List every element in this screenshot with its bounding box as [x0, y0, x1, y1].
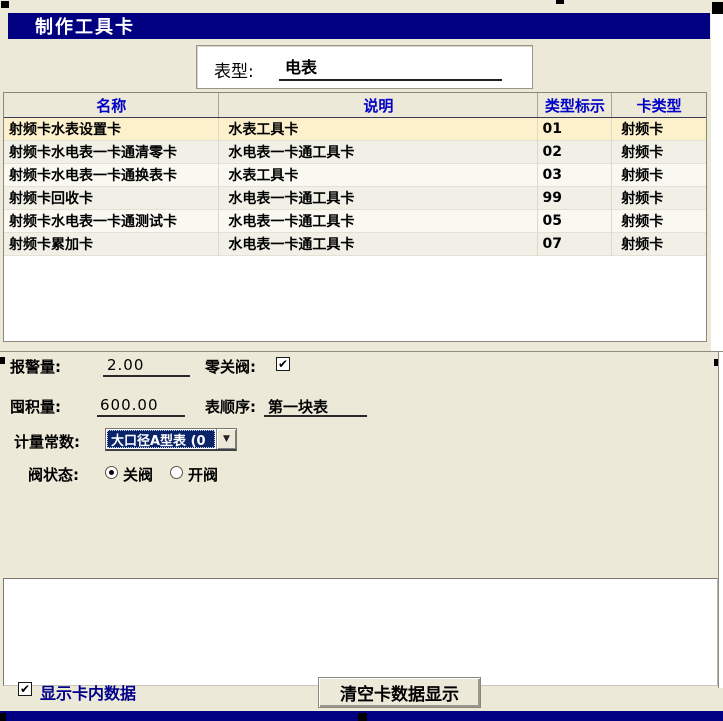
- cell-type-mark: 02: [538, 141, 612, 164]
- metering-constant-label: 计量常数:: [14, 431, 80, 452]
- meter-order-input[interactable]: 第一块表: [268, 396, 328, 417]
- cell-description: 水表工具卡: [219, 118, 538, 141]
- radio-dot: [109, 470, 114, 475]
- hoard-amount-input[interactable]: 600.00: [100, 396, 159, 414]
- cell-name: 射频卡水电表一卡通清零卡: [4, 141, 219, 164]
- open-valve-radio-label: 开阀: [188, 464, 218, 485]
- cell-description: 水电表一卡通工具卡: [219, 187, 538, 210]
- check-icon: ✔: [278, 358, 288, 370]
- table-row[interactable]: 射频卡回收卡 水电表一卡通工具卡 99 射频卡: [4, 187, 706, 210]
- show-card-data-label: 显示卡内数据: [40, 680, 136, 704]
- card-data-display-area[interactable]: [3, 578, 718, 686]
- metering-constant-selected-value: 大口径A型表 (0: [107, 430, 215, 448]
- meter-type-input[interactable]: 电表: [285, 54, 317, 78]
- section-divider: [0, 351, 723, 352]
- zero-close-valve-label: 零关阀:: [205, 356, 256, 377]
- alarm-amount-input[interactable]: 2.00: [107, 356, 144, 374]
- cell-card-type: 射频卡: [612, 118, 706, 141]
- open-valve-radio[interactable]: [170, 466, 183, 479]
- alarm-amount-label: 报警量:: [10, 356, 61, 377]
- check-icon: ✔: [20, 683, 30, 695]
- clear-card-data-button[interactable]: 清空卡数据显示: [318, 677, 481, 708]
- table-row[interactable]: 射频卡水电表一卡通换表卡 水表工具卡 03 射频卡: [4, 164, 706, 187]
- chevron-down-icon[interactable]: ▼: [216, 429, 236, 449]
- cell-card-type: 射频卡: [612, 233, 706, 256]
- cell-type-mark: 99: [538, 187, 612, 210]
- cell-description: 水电表一卡通工具卡: [219, 233, 538, 256]
- zero-close-valve-checkbox[interactable]: ✔: [276, 357, 290, 371]
- cell-description: 水电表一卡通工具卡: [219, 210, 538, 233]
- cell-card-type: 射频卡: [612, 141, 706, 164]
- cell-type-mark: 01: [538, 118, 612, 141]
- cell-name: 射频卡水电表一卡通换表卡: [4, 164, 219, 187]
- selection-handle: [0, 713, 6, 721]
- table-row[interactable]: 射频卡累加卡 水电表一卡通工具卡 07 射频卡: [4, 233, 706, 256]
- cell-type-mark: 05: [538, 210, 612, 233]
- cell-card-type: 射频卡: [612, 187, 706, 210]
- page-title: 制作工具卡: [35, 13, 135, 39]
- metering-constant-dropdown[interactable]: 大口径A型表 (0 ▼: [105, 428, 237, 451]
- column-header-card-type[interactable]: 卡类型: [612, 93, 706, 117]
- window-title-bar: 制作工具卡: [8, 13, 710, 39]
- table-row[interactable]: 射频卡水电表一卡通清零卡 水电表一卡通工具卡 02 射频卡: [4, 141, 706, 164]
- selection-handle: [1, 1, 9, 8]
- valve-state-label: 阀状态:: [28, 464, 79, 485]
- selection-handle: [0, 357, 5, 364]
- table-row[interactable]: 射频卡水表设置卡 水表工具卡 01 射频卡: [4, 118, 706, 141]
- close-valve-radio-label: 关阀: [123, 464, 153, 485]
- table-row[interactable]: 射频卡水电表一卡通测试卡 水电表一卡通工具卡 05 射频卡: [4, 210, 706, 233]
- cell-type-mark: 07: [538, 233, 612, 256]
- column-header-name[interactable]: 名称: [4, 93, 219, 117]
- panel-right-border: [718, 352, 719, 688]
- cell-name: 射频卡水电表一卡通测试卡: [4, 210, 219, 233]
- close-valve-radio[interactable]: [105, 466, 118, 479]
- meter-order-underline: [264, 415, 367, 417]
- show-card-data-checkbox[interactable]: ✔: [18, 682, 32, 696]
- cell-card-type: 射频卡: [612, 210, 706, 233]
- meter-order-label: 表顺序:: [205, 396, 256, 417]
- meter-type-panel: 表型: 电表: [196, 45, 533, 89]
- selection-handle: [358, 713, 367, 721]
- meter-type-label: 表型:: [214, 57, 254, 82]
- column-header-type-mark[interactable]: 类型标示: [538, 93, 612, 117]
- tool-card-table: 名称 说明 类型标示 卡类型 射频卡水表设置卡 水表工具卡 01 射频卡 射频卡…: [3, 92, 707, 342]
- hoard-amount-label: 囤积量:: [10, 396, 61, 417]
- cell-name: 射频卡回收卡: [4, 187, 219, 210]
- cell-type-mark: 03: [538, 164, 612, 187]
- cell-name: 射频卡累加卡: [4, 233, 219, 256]
- table-header-row: 名称 说明 类型标示 卡类型: [4, 93, 706, 118]
- selection-handle: [556, 0, 564, 4]
- column-header-description[interactable]: 说明: [219, 93, 538, 117]
- meter-type-underline: [279, 79, 502, 81]
- cell-description: 水表工具卡: [219, 164, 538, 187]
- cell-card-type: 射频卡: [612, 164, 706, 187]
- right-margin: [711, 14, 723, 352]
- hoard-amount-underline: [97, 415, 185, 417]
- alarm-amount-underline: [103, 375, 190, 377]
- right-margin: [719, 352, 723, 688]
- make-tool-card-window: 制作工具卡 表型: 电表 名称 说明 类型标示 卡类型 射频卡水表设置卡 水表工…: [0, 0, 723, 721]
- cell-description: 水电表一卡通工具卡: [219, 141, 538, 164]
- cell-name: 射频卡水表设置卡: [4, 118, 219, 141]
